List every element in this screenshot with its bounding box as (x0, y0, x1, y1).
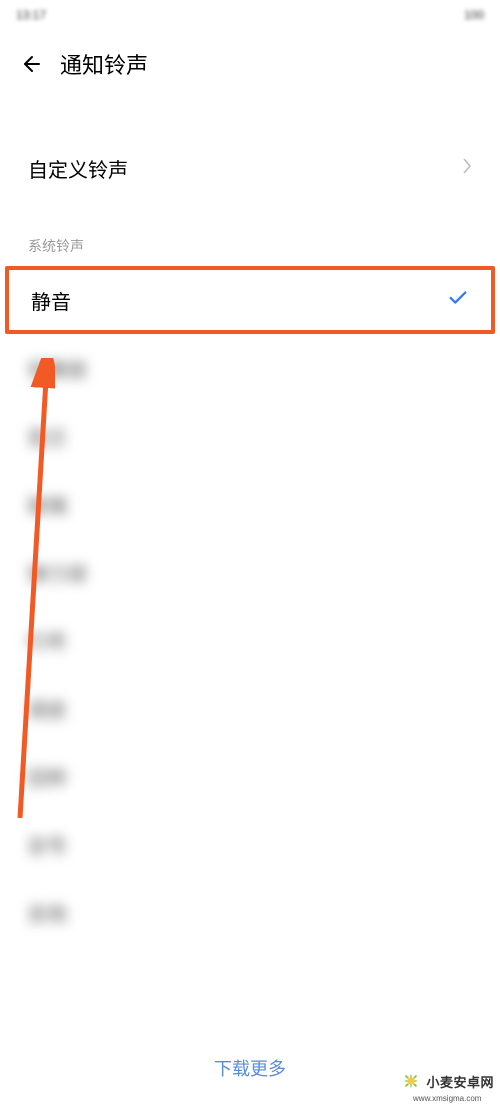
ringtone-item[interactable]: 变迁 (5, 402, 495, 470)
back-button[interactable] (20, 52, 44, 76)
back-arrow-icon (20, 52, 44, 76)
ringtone-item[interactable]: 安静旅 (5, 334, 495, 402)
status-bar: 13:17 100 (0, 0, 500, 30)
ringtone-name: 吉号 (27, 830, 67, 859)
checkmark-icon (447, 287, 469, 314)
page-header: 通知铃声 (0, 30, 500, 98)
download-more-link[interactable]: 下载更多 (214, 1059, 286, 1079)
ringtone-item[interactable]: 吉号 (5, 810, 495, 878)
ringtone-list: 静音 安静旅 变迁 玻璃 弹力球 叮咚 调皮 回转 吉号 吉他 (0, 266, 500, 946)
section-header: 系统铃声 (0, 218, 500, 266)
custom-ringtone-row[interactable]: 自定义铃声 (0, 118, 500, 218)
ringtone-name: 调皮 (27, 694, 67, 723)
ringtone-item[interactable]: 回转 (5, 742, 495, 810)
page-title: 通知铃声 (60, 48, 148, 80)
ringtone-name: 静音 (31, 286, 71, 315)
chevron-right-icon (462, 157, 472, 180)
ringtone-item-silent[interactable]: 静音 (5, 266, 495, 334)
ringtone-name: 回转 (27, 762, 67, 791)
ringtone-item[interactable]: 玻璃 (5, 470, 495, 538)
ringtone-name: 弹力球 (27, 558, 87, 587)
status-battery: 100 (464, 8, 484, 22)
custom-ringtone-label: 自定义铃声 (28, 154, 128, 183)
ringtone-name: 叮咚 (27, 626, 67, 655)
watermark-url: www.xmsigma.com (413, 1094, 481, 1103)
ringtone-item[interactable]: 吉他 (5, 878, 495, 946)
status-time: 13:17 (16, 8, 46, 22)
watermark-logo-icon (400, 1070, 422, 1092)
ringtone-name: 变迁 (27, 422, 67, 451)
watermark-text: 小麦安卓网 (426, 1072, 494, 1091)
ringtone-name: 安静旅 (27, 354, 87, 383)
ringtone-item[interactable]: 叮咚 (5, 606, 495, 674)
watermark: 小麦安卓网 www.xmsigma.com (400, 1070, 494, 1103)
ringtone-item[interactable]: 调皮 (5, 674, 495, 742)
ringtone-name: 吉他 (27, 898, 67, 927)
ringtone-item[interactable]: 弹力球 (5, 538, 495, 606)
ringtone-name: 玻璃 (27, 490, 67, 519)
